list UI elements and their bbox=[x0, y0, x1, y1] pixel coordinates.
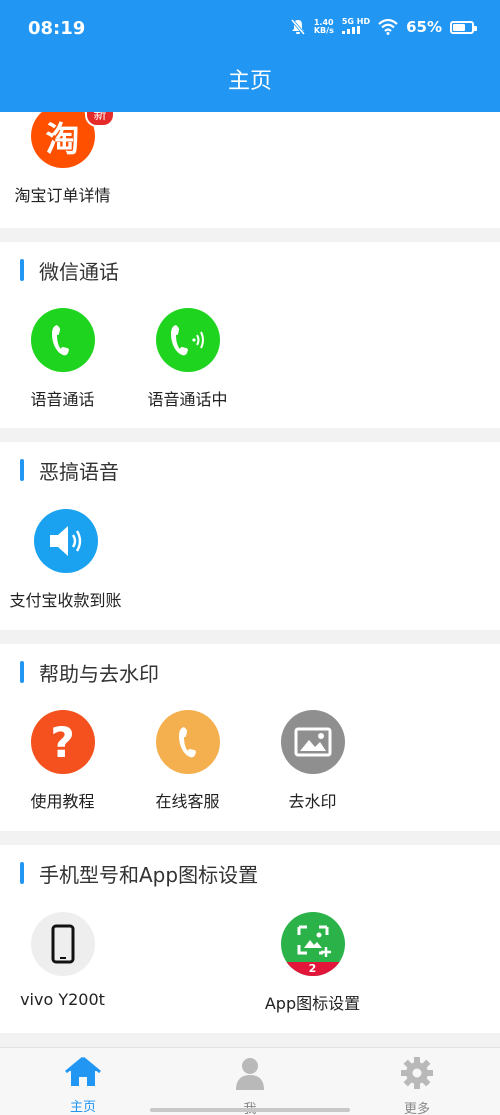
user-icon bbox=[236, 1058, 264, 1090]
item-label: 支付宝收款到账 bbox=[9, 591, 122, 610]
battery-fill bbox=[453, 23, 465, 31]
item-voice-call[interactable]: 语音通话 bbox=[0, 308, 125, 410]
tab-more[interactable]: 更多 bbox=[357, 1056, 477, 1115]
section-header: 帮助与去水印 bbox=[20, 660, 159, 686]
battery-icon bbox=[450, 20, 477, 34]
section-wechat: 微信通话 语音通话 语音通话中 bbox=[0, 242, 500, 428]
signal-group: 5G HD bbox=[341, 18, 370, 36]
bottom-tab-bar: 主页 我 更多 bbox=[0, 1047, 500, 1115]
section-help: 帮助与去水印 ? 使用教程 在线客服 去水印 bbox=[0, 644, 500, 831]
tab-me[interactable]: 我 bbox=[190, 1056, 310, 1115]
item-app-icon-settings[interactable]: 2 App图标设置 bbox=[250, 912, 375, 1014]
home-icon bbox=[65, 1056, 101, 1086]
section-accent-bar bbox=[20, 862, 24, 884]
tab-label: 更多 bbox=[403, 1102, 430, 1115]
item-label: 语音通话中 bbox=[147, 390, 228, 409]
section-title: 恶搞语音 bbox=[39, 459, 119, 484]
gear-icon bbox=[401, 1057, 433, 1089]
image-icon bbox=[280, 710, 345, 774]
section-device: 手机型号和App图标设置 vivo Y200t 2 App图标设置 bbox=[0, 845, 500, 1033]
battery-percent: 65% bbox=[406, 18, 442, 36]
status-time: 08:19 bbox=[28, 18, 86, 39]
mute-icon bbox=[290, 19, 305, 35]
section-accent-bar bbox=[20, 661, 24, 683]
section-accent-bar bbox=[20, 459, 24, 481]
item-label: 语音通话 bbox=[30, 390, 95, 409]
item-label: App图标设置 bbox=[264, 994, 361, 1013]
item-label: 在线客服 bbox=[155, 792, 220, 811]
wifi-icon bbox=[378, 19, 398, 35]
section-header: 恶搞语音 bbox=[20, 458, 119, 484]
network-speed: 1.40 KB/s bbox=[313, 18, 334, 35]
question-icon: ? bbox=[30, 710, 95, 774]
item-label: vivo Y200t bbox=[20, 990, 105, 1009]
section-header: 微信通话 bbox=[20, 258, 119, 284]
item-taobao-order[interactable]: 淘 新 淘宝订单详情 bbox=[0, 112, 125, 206]
item-customer-service[interactable]: 在线客服 bbox=[125, 710, 250, 812]
item-alipay-voice[interactable]: 支付宝收款到账 bbox=[3, 509, 128, 611]
phone-calling-icon bbox=[155, 308, 220, 372]
page-title: 主页 bbox=[227, 69, 272, 94]
customer-service-phone-icon bbox=[155, 710, 220, 774]
section-top: 淘 新 淘宝订单详情 bbox=[0, 112, 500, 228]
item-label: 淘宝订单详情 bbox=[14, 186, 111, 205]
item-voice-calling[interactable]: 语音通话中 bbox=[125, 308, 250, 410]
section-prank: 恶搞语音 支付宝收款到账 bbox=[0, 442, 500, 630]
app-header: 主页 bbox=[0, 60, 500, 112]
phone-icon bbox=[30, 308, 95, 372]
tab-home[interactable]: 主页 bbox=[23, 1056, 143, 1115]
signal-icon bbox=[341, 26, 360, 34]
item-label: 使用教程 bbox=[30, 792, 95, 811]
section-title: 手机型号和App图标设置 bbox=[39, 862, 259, 887]
section-accent-bar bbox=[20, 259, 24, 281]
taobao-icon: 淘 新 bbox=[30, 112, 115, 168]
app-icon-settings-icon: 2 bbox=[280, 912, 345, 976]
item-tutorial[interactable]: ? 使用教程 bbox=[0, 710, 125, 812]
section-title: 帮助与去水印 bbox=[39, 661, 159, 686]
item-phone-model[interactable]: vivo Y200t bbox=[0, 912, 125, 1009]
item-label: 去水印 bbox=[288, 792, 337, 811]
status-right: 1.40 KB/s 5G HD 65% bbox=[290, 18, 477, 36]
section-header: 手机型号和App图标设置 bbox=[20, 861, 259, 887]
speaker-icon bbox=[33, 509, 98, 573]
new-badge: 新 bbox=[85, 112, 115, 127]
item-remove-watermark[interactable]: 去水印 bbox=[250, 710, 375, 812]
main-content[interactable]: 淘 新 淘宝订单详情 微信通话 语音通话 语音通话中 恶搞语音 支付宝收款到账 … bbox=[0, 112, 500, 1047]
tab-label: 我 bbox=[190, 1098, 310, 1115]
home-indicator[interactable] bbox=[150, 1108, 350, 1112]
count-badge: 2 bbox=[280, 962, 345, 976]
tab-label: 主页 bbox=[69, 1100, 96, 1115]
smartphone-icon bbox=[30, 912, 95, 976]
status-bar: 08:19 1.40 KB/s 5G HD 65% bbox=[0, 0, 500, 60]
section-title: 微信通话 bbox=[39, 259, 119, 284]
